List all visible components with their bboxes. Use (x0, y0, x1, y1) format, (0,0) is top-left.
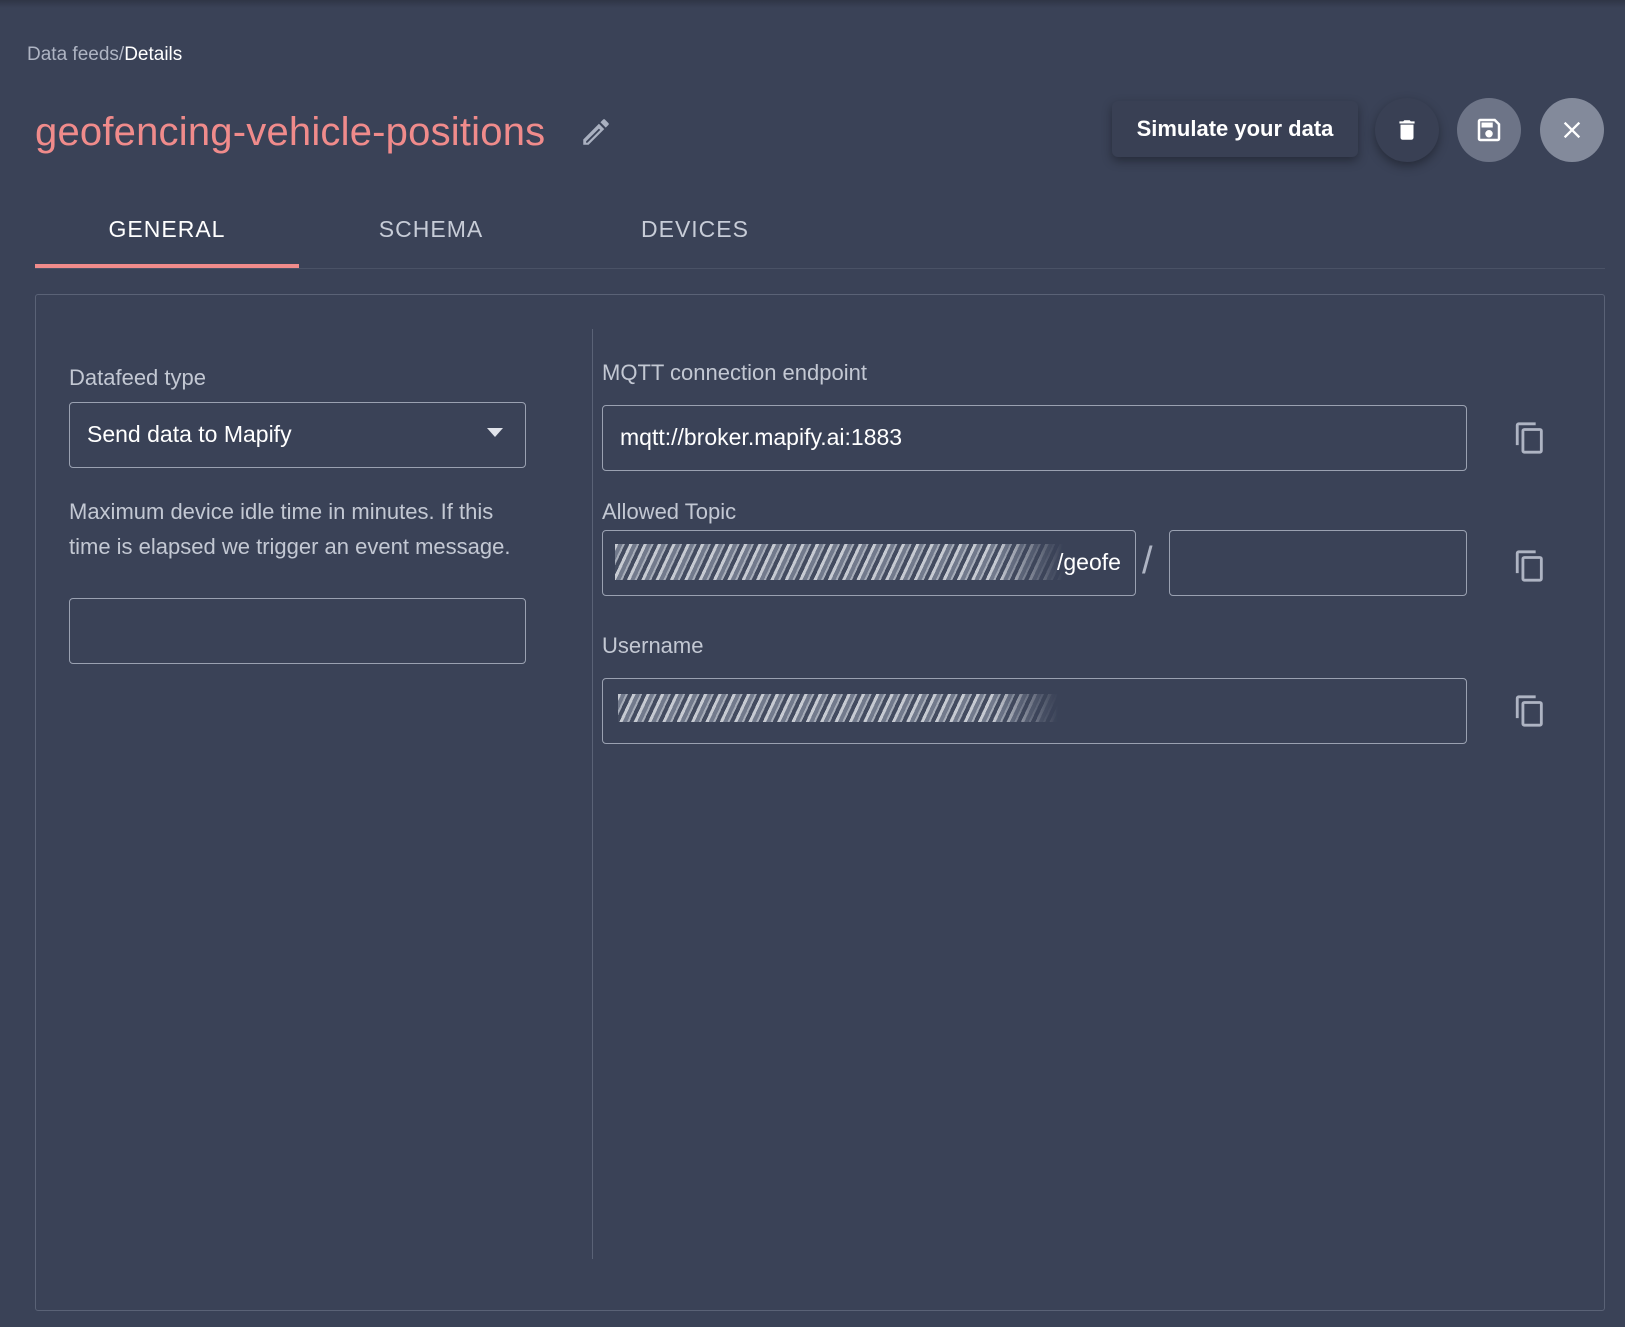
datafeed-type-select[interactable]: Send data to Mapify (69, 402, 526, 468)
username-label: Username (602, 633, 704, 658)
copy-endpoint-icon[interactable] (1513, 421, 1547, 455)
save-icon (1477, 118, 1501, 142)
copy-username-icon[interactable] (1513, 694, 1547, 728)
tab-schema[interactable]: SCHEMA (299, 216, 563, 243)
active-tab-indicator (35, 264, 299, 268)
breadcrumb: Data feeds/Details (27, 44, 182, 66)
tab-general[interactable]: GENERAL (35, 216, 299, 243)
top-shade (0, 0, 1625, 8)
username-field[interactable] (602, 678, 1467, 744)
allowed-topic-label: Allowed Topic (602, 499, 737, 524)
allowed-topic-suffix: /geofe (1057, 549, 1121, 575)
trash-icon (1399, 120, 1415, 140)
column-divider (592, 329, 593, 1259)
close-icon (1563, 121, 1581, 139)
simulate-data-button[interactable]: Simulate your data (1112, 101, 1358, 157)
delete-button[interactable] (1375, 98, 1439, 162)
redacted-username (618, 694, 1058, 722)
breadcrumb-current: Details (124, 44, 183, 65)
topic-separator: / (1142, 540, 1153, 582)
tab-bar: GENERAL SCHEMA DEVICES (35, 190, 1605, 269)
allowed-topic-extra-field[interactable] (1169, 530, 1467, 596)
idle-time-helper-text: Maximum device idle time in minutes. If … (69, 499, 511, 559)
copy-topic-icon[interactable] (1513, 549, 1547, 583)
mqtt-endpoint-value: mqtt://broker.mapify.ai:1883 (620, 424, 903, 450)
general-panel: Datafeed type Send data to Mapify Maximu… (35, 294, 1605, 1311)
save-button[interactable] (1457, 98, 1521, 162)
allowed-topic-field[interactable]: /geofe (602, 530, 1136, 596)
breadcrumb-parent[interactable]: Data feeds (27, 44, 119, 65)
redacted-topic-prefix (615, 544, 1063, 580)
dropdown-arrow-icon (487, 428, 503, 437)
mqtt-endpoint-field[interactable]: mqtt://broker.mapify.ai:1883 (602, 405, 1467, 471)
mqtt-endpoint-label: MQTT connection endpoint (602, 360, 867, 385)
datafeed-type-label: Datafeed type (69, 365, 206, 390)
pencil-icon[interactable] (579, 115, 613, 149)
page-title: geofencing-vehicle-positions (35, 109, 546, 154)
tab-devices[interactable]: DEVICES (563, 216, 827, 243)
datafeed-type-value: Send data to Mapify (87, 421, 292, 447)
title-row: geofencing-vehicle-positions (35, 102, 613, 162)
close-button[interactable] (1540, 98, 1604, 162)
idle-time-input[interactable] (69, 598, 526, 664)
